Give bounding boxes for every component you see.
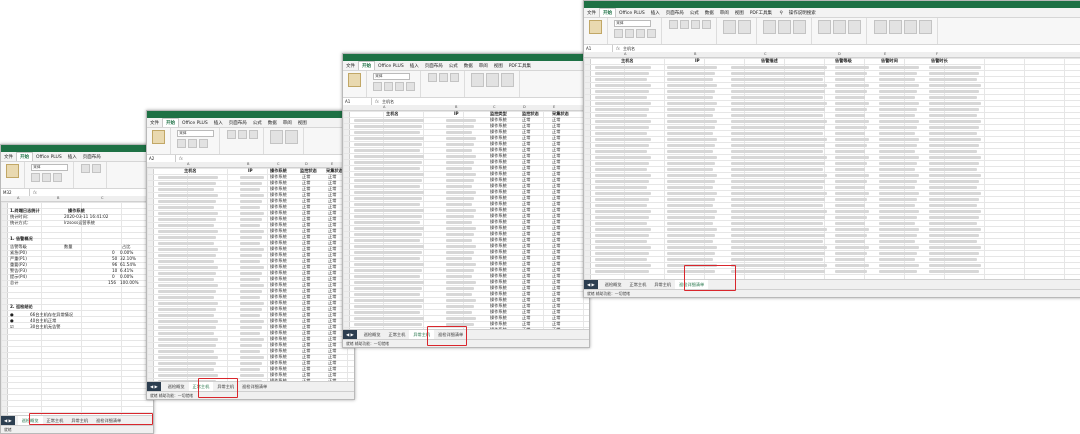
ribbon-tabs: 文件 开始 Office PLUS 插入 页面布局 公式 数据 审阅 视图 — [147, 118, 354, 128]
menu-officeplus[interactable]: Office PLUS — [33, 153, 65, 161]
paste-icon[interactable] — [348, 73, 361, 87]
sheet-nav-arrows[interactable]: ◀ ▶ — [584, 280, 598, 289]
ribbon: 宋体 — [147, 128, 354, 155]
excel-window-normal-hosts: 文件 开始 Office PLUS 插入 页面布局 公式 数据 审阅 视图 宋体 A2 fx AB… — [146, 110, 355, 400]
menu-file[interactable]: 文件 — [1, 153, 16, 161]
ribbon: 宋体 — [584, 18, 1080, 45]
ribbon-tabs: 文件 开始 Office PLUS 插入 页面布局 公式 数据 审阅 视图 PDF工具集 ⚲ 操作说… — [584, 8, 1080, 18]
highlight-box — [29, 413, 153, 425]
search-icon[interactable]: ⚲ — [776, 9, 785, 17]
sheet-nav-arrows[interactable]: ◀ ▶ — [147, 382, 161, 391]
underline-icon[interactable] — [53, 173, 63, 182]
status-bar: 就绪 辅助功能：一切就绪 — [147, 391, 354, 399]
excel-window-abnormal-hosts: 文件 开始 Office PLUS 插入 页面布局 公式 数据 审阅 视图 PDF工具集 宋体 A… — [342, 53, 590, 348]
bold-icon[interactable] — [31, 173, 41, 182]
highlight-box — [427, 326, 467, 346]
formula-content[interactable]: 主机名 — [382, 99, 394, 104]
status-bar: 就绪 辅助功能：一切就绪 — [584, 289, 1080, 297]
highlight-box — [198, 378, 238, 398]
checkbox-icon: ☑ — [10, 324, 14, 329]
menu-home[interactable]: 开始 — [16, 152, 33, 161]
title-bar — [1, 145, 153, 152]
ribbon-tabs: 文件 开始 Office PLUS 插入 页面布局 — [1, 152, 153, 162]
name-box[interactable]: A2 — [147, 155, 176, 162]
menu-layout[interactable]: 页面布局 — [80, 153, 104, 161]
highlight-box — [684, 265, 736, 291]
menu-insert[interactable]: 插入 — [65, 153, 80, 161]
formula-content[interactable]: 主机名 — [623, 46, 635, 51]
ribbon: 宋体 — [1, 162, 153, 189]
font-name-box[interactable]: 宋体 — [177, 130, 215, 137]
sheet-tabs: ◀ ▶ 巡检概览 正常主机 异常主机 巡检详细清单 — [147, 381, 354, 392]
excel-window-detail-list: 文件 开始 Office PLUS 插入 页面布局 公式 数据 审阅 视图 PDF工具集 ⚲ 操作说… — [583, 0, 1080, 298]
paste-icon[interactable] — [6, 164, 19, 178]
wrap-icon[interactable] — [91, 164, 101, 173]
excel-window-overview: 文件 开始 Office PLUS 插入 页面布局 宋体 M32 fx ABC 1.终端日… — [0, 144, 154, 434]
paste-icon[interactable] — [589, 20, 602, 34]
worksheet-grid[interactable]: ABC 1.终端日志统计 操作系统 统计时间： 2020-03-11 16:41:0… — [1, 196, 153, 416]
ribbon-tabs: 文件 开始 Office PLUS 插入 页面布局 公式 数据 审阅 视图 PDF工具集 — [343, 61, 589, 71]
sheet-tabs: ◀ ▶ 巡检概览 正常主机 异常主机 巡检详细清单 — [584, 279, 1080, 290]
font-name-box[interactable]: 宋体 — [31, 164, 69, 171]
name-box[interactable]: A1 — [343, 98, 372, 105]
name-box[interactable]: M32 — [1, 189, 30, 196]
worksheet-grid[interactable]: ABCDE 主机名 IP 监控类型 监控状态 采集状态 操作系统 正常 正常 操作系统 正常 正常… — [343, 105, 589, 330]
name-box[interactable]: A1 — [584, 45, 613, 52]
sheet-nav-arrows[interactable]: ◀ ▶ — [343, 330, 357, 339]
align-icon[interactable] — [80, 164, 90, 173]
sheet-nav-arrows[interactable]: ◀ ▶ — [1, 416, 15, 425]
worksheet-grid[interactable]: ABCDEF 主机名 IP 告警描述 告警等级 告警时间 告警时长 — [584, 52, 1080, 280]
tell-me-search[interactable]: 操作说明搜索 — [786, 9, 819, 17]
fx-icon: fx — [33, 190, 37, 195]
paste-icon[interactable] — [152, 130, 165, 144]
italic-icon[interactable] — [42, 173, 52, 182]
ribbon: 宋体 — [343, 71, 589, 98]
table-row — [591, 268, 1080, 274]
worksheet-grid[interactable]: ABCDE 主机名 IP 操作系统 监控状态 采集状态 操作系统 正常 正常 操作系统 正常 正常… — [147, 162, 354, 382]
